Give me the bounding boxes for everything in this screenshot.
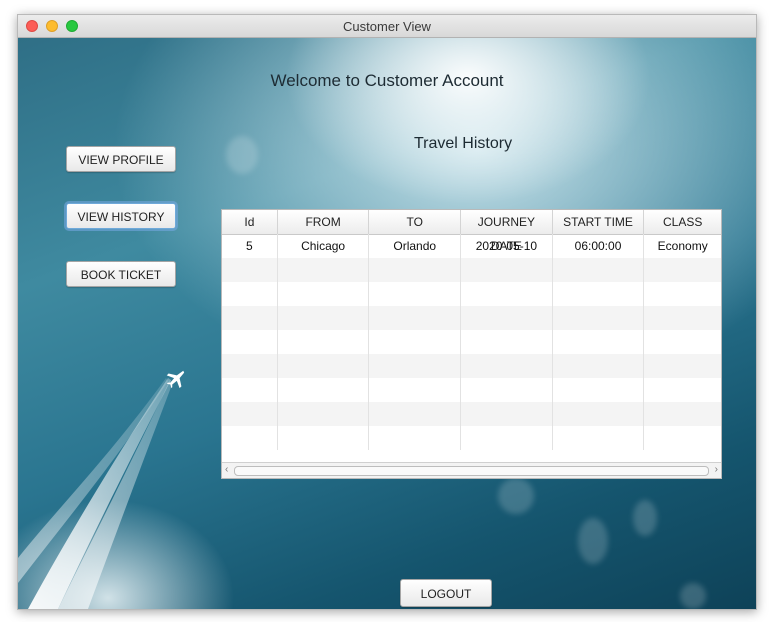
empty-row: [222, 378, 721, 402]
empty-row: [222, 282, 721, 306]
main-content: Welcome to Customer Account Travel Histo…: [18, 38, 756, 609]
column-header-from[interactable]: FROM: [278, 210, 370, 234]
cell-journey-date: 2020-05-10: [461, 234, 553, 258]
airplane-icon: [166, 370, 185, 389]
welcome-text: Welcome to Customer Account: [270, 71, 504, 90]
scroll-right-icon[interactable]: ›: [715, 464, 718, 475]
cell-from: Chicago: [278, 234, 370, 258]
logout-button[interactable]: LOGOUT: [400, 579, 492, 607]
welcome-heading: Welcome to Customer Account: [18, 71, 756, 91]
view-history-button[interactable]: VIEW HISTORY: [66, 203, 176, 229]
table-body: 5 Chicago Orlando 2020-05-10 06:00:00 Ec…: [222, 234, 721, 454]
column-header-to[interactable]: TO: [369, 210, 462, 234]
column-header-class[interactable]: CLASS: [644, 210, 721, 234]
window-title: Customer View: [343, 19, 431, 34]
empty-row: [222, 306, 721, 330]
travel-history-title: Travel History: [414, 135, 513, 152]
scroll-left-icon[interactable]: ‹: [225, 464, 228, 475]
scrollbar-thumb[interactable]: [234, 466, 709, 476]
empty-row: [222, 258, 721, 282]
cell-id: 5: [222, 234, 278, 258]
title-bar: Customer View: [18, 15, 756, 38]
table-row[interactable]: 5 Chicago Orlando 2020-05-10 06:00:00 Ec…: [222, 234, 721, 258]
cell-to: Orlando: [369, 234, 462, 258]
book-ticket-button[interactable]: BOOK TICKET: [66, 261, 176, 287]
column-header-journey-date[interactable]: JOURNEY DATE: [461, 210, 553, 253]
travel-history-table[interactable]: Id FROM TO JOURNEY DATE START TIME CLASS…: [221, 209, 722, 479]
empty-row: [222, 426, 721, 450]
cell-start-time: 06:00:00: [553, 234, 645, 258]
empty-row: [222, 402, 721, 426]
empty-row: [222, 354, 721, 378]
column-header-id[interactable]: Id: [222, 210, 278, 234]
jet-trail-graphic: [18, 378, 173, 609]
cell-class: Economy: [657, 239, 708, 253]
view-profile-button[interactable]: VIEW PROFILE: [66, 146, 176, 172]
horizontal-scrollbar[interactable]: ‹ ›: [222, 462, 721, 478]
customer-view-window: Customer View Welcome to Customer Accoun…: [17, 14, 757, 610]
empty-row: [222, 330, 721, 354]
table-header: Id FROM TO JOURNEY DATE START TIME CLASS: [222, 210, 721, 253]
column-header-start-time[interactable]: START TIME: [553, 210, 645, 234]
